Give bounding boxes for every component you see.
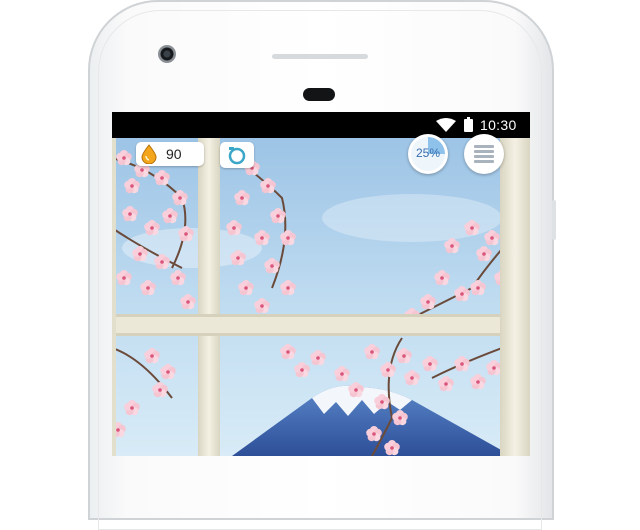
game-scene [112, 138, 530, 456]
menu-icon [474, 145, 494, 163]
water-drop-icon [141, 144, 157, 164]
wifi-icon [436, 118, 456, 132]
proximity-sensor [303, 88, 335, 101]
menu-button[interactable] [464, 134, 504, 174]
water-drops-value: 90 [166, 146, 182, 162]
progress-indicator[interactable]: 25% [408, 134, 448, 174]
camera-button[interactable] [220, 142, 254, 168]
progress-label: 25% [415, 146, 441, 160]
camera-icon [228, 147, 246, 165]
phone-side-button [552, 200, 556, 240]
battery-icon [464, 117, 473, 132]
status-time: 10:30 [480, 117, 517, 133]
phone-screen: 10:30 90 25% [112, 112, 530, 456]
front-camera [158, 45, 176, 63]
earpiece-speaker [272, 54, 368, 59]
water-drops-counter: 90 [136, 142, 204, 166]
status-bar: 10:30 [112, 112, 530, 138]
